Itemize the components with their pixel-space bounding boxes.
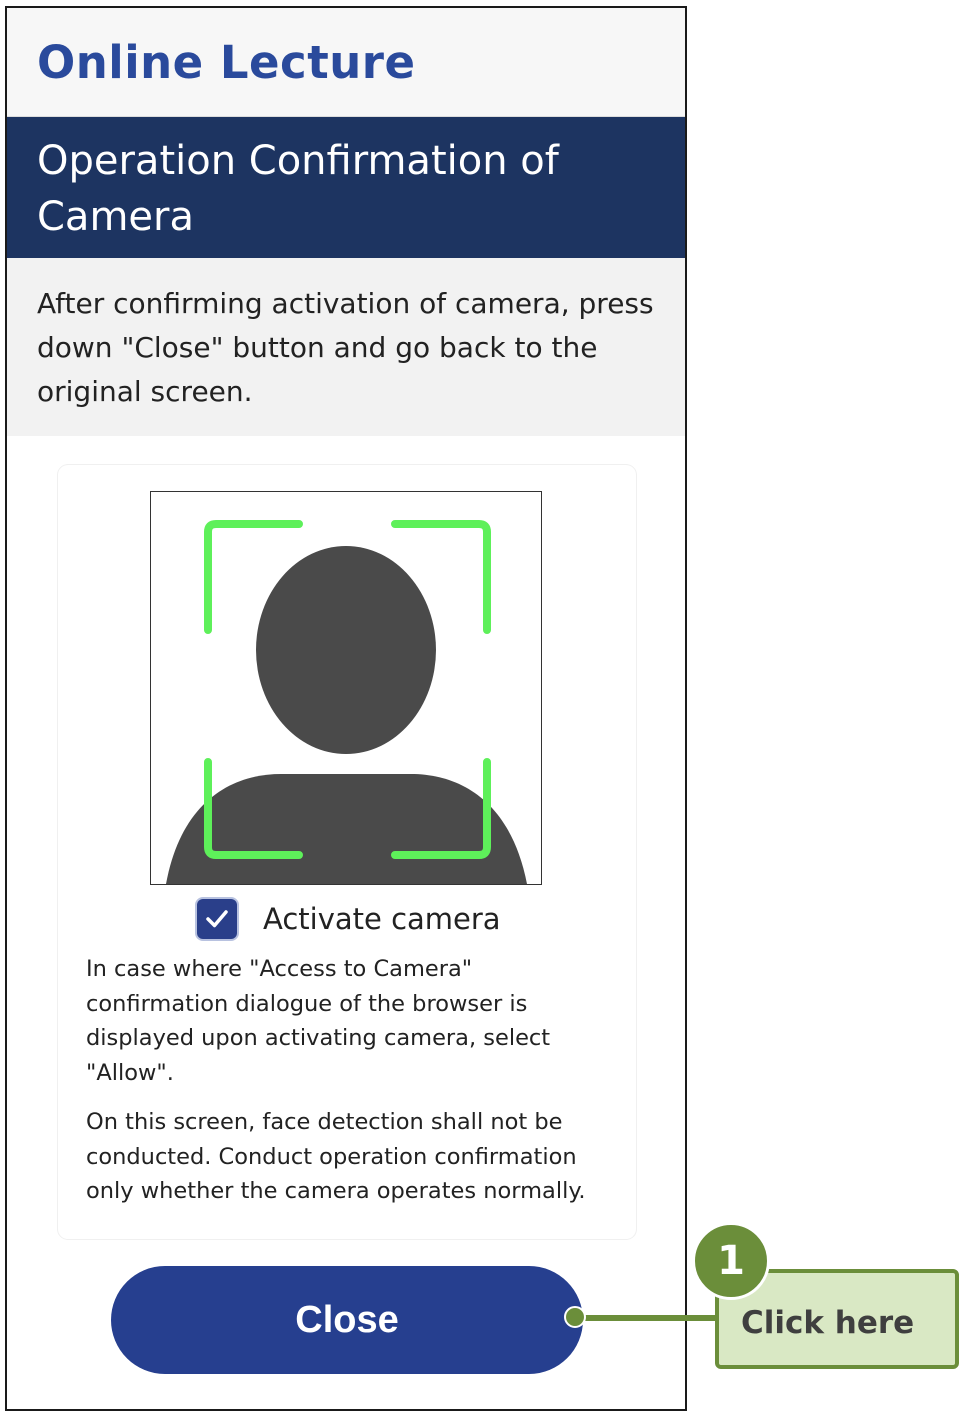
section-banner: Operation Confirmation of Camera [7, 117, 685, 258]
camera-preview [150, 491, 542, 885]
app-title: Online Lecture [37, 36, 416, 89]
app-header: Online Lecture [7, 8, 685, 117]
note-browser-permission: In case where "Access to Camera" confirm… [86, 956, 551, 1086]
step-number-badge: 1 [692, 1222, 770, 1300]
instruction-text: After confirming activation of camera, p… [37, 287, 654, 408]
note-face-detection: On this screen, face detection shall not… [86, 1109, 586, 1204]
close-button[interactable]: Close [111, 1266, 583, 1374]
phone-screen: Online Lecture Operation Confirmation of… [5, 6, 687, 1411]
activate-camera-label[interactable]: Activate camera [263, 902, 501, 936]
callout-label: Click here [741, 1305, 915, 1341]
section-title: Operation Confirmation of Camera [37, 138, 559, 240]
activate-camera-checkbox[interactable] [197, 899, 237, 939]
callout-connector [578, 1315, 718, 1321]
camera-card: Activate camera In case where "Access to… [58, 465, 636, 1239]
person-placeholder-icon [166, 520, 527, 884]
checkmark-icon [206, 910, 228, 928]
instruction-panel: After confirming activation of camera, p… [7, 258, 685, 436]
camera-area: Activate camera In case where "Access to… [7, 436, 685, 1409]
callout-pointer-dot [564, 1306, 586, 1328]
activate-camera-row[interactable]: Activate camera [197, 897, 501, 941]
